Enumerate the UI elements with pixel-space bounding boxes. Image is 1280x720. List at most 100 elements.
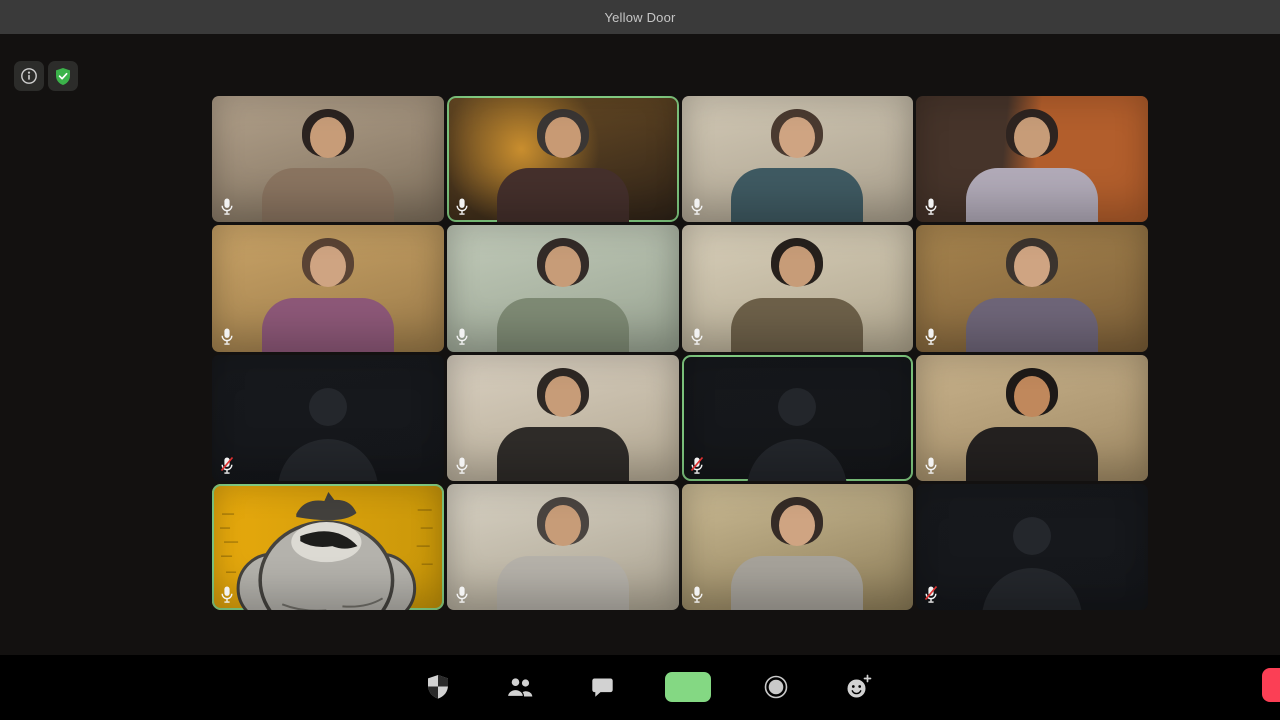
avatar-placeholder-head <box>1013 517 1051 555</box>
participant-tile[interactable] <box>916 355 1148 481</box>
mic-on-icon <box>455 585 469 605</box>
participant-tile[interactable] <box>212 225 444 351</box>
participant-body <box>731 168 863 222</box>
participant-body <box>497 168 629 222</box>
mic-on-icon <box>924 456 938 476</box>
participant-body <box>497 427 629 481</box>
mic-status <box>455 327 469 347</box>
participant-body <box>731 298 863 352</box>
meeting-info-button[interactable] <box>14 61 44 91</box>
participant-tile-camera-off[interactable] <box>212 355 444 481</box>
reactions-smiley-plus-icon <box>845 674 872 700</box>
participant-tile[interactable] <box>682 96 914 222</box>
participant-body <box>497 298 629 352</box>
mic-on-icon <box>220 327 234 347</box>
participant-body <box>262 168 394 222</box>
participant-tile[interactable] <box>447 225 679 351</box>
chat-bubble-icon <box>590 676 615 699</box>
participant-tile[interactable] <box>916 96 1148 222</box>
participants-icon <box>505 675 535 699</box>
mic-on-icon <box>690 327 704 347</box>
reactions-button[interactable] <box>838 664 878 710</box>
meeting-toolbar <box>0 655 1280 720</box>
mic-on-icon <box>455 197 469 217</box>
participant-head <box>545 376 581 417</box>
mic-status <box>455 585 469 605</box>
security-button[interactable] <box>418 664 458 710</box>
encryption-badge-button[interactable] <box>48 61 78 91</box>
mic-status <box>924 197 938 217</box>
participants-button[interactable] <box>500 664 540 710</box>
participant-body <box>966 168 1098 222</box>
info-icon <box>20 67 38 85</box>
participant-head <box>1014 246 1050 287</box>
participant-body <box>966 298 1098 352</box>
share-screen-icon <box>665 672 711 702</box>
participant-body <box>262 298 394 352</box>
participant-head <box>1014 376 1050 417</box>
mic-status <box>924 585 938 605</box>
mic-status <box>924 456 938 476</box>
mic-status <box>220 585 234 605</box>
participant-grid <box>212 96 1148 610</box>
mic-on-icon <box>220 585 234 605</box>
participant-head <box>779 246 815 287</box>
record-button[interactable] <box>756 664 796 710</box>
mic-on-icon <box>690 197 704 217</box>
participant-body <box>497 556 629 610</box>
chat-button[interactable] <box>582 664 622 710</box>
participant-head <box>310 246 346 287</box>
record-circle-icon <box>763 674 789 700</box>
avatar-placeholder-body <box>747 439 847 481</box>
mic-muted-icon <box>220 456 234 476</box>
mic-muted-icon <box>924 585 938 605</box>
participant-tile[interactable] <box>212 96 444 222</box>
participant-tile[interactable] <box>682 484 914 610</box>
shield-check-icon <box>54 67 72 86</box>
mic-status <box>690 585 704 605</box>
participant-tile[interactable] <box>447 96 679 222</box>
mic-on-icon <box>455 327 469 347</box>
participant-head <box>779 505 815 546</box>
participant-tile[interactable] <box>447 355 679 481</box>
mic-muted-icon <box>690 456 704 476</box>
mic-status <box>220 327 234 347</box>
mic-on-icon <box>220 197 234 217</box>
mic-status <box>690 197 704 217</box>
participant-head <box>310 117 346 158</box>
gorilla-drawing-wrap <box>212 484 444 610</box>
mic-status <box>690 456 704 476</box>
avatar-placeholder-body <box>278 439 378 481</box>
participant-head <box>545 117 581 158</box>
mic-status <box>455 456 469 476</box>
participant-head <box>545 246 581 287</box>
mic-status <box>924 327 938 347</box>
mic-status <box>455 197 469 217</box>
leave-meeting-button[interactable] <box>1262 668 1280 702</box>
avatar-placeholder-head <box>309 388 347 426</box>
participant-tile-virtual[interactable] <box>212 484 444 610</box>
mic-on-icon <box>924 327 938 347</box>
gorilla-drawing <box>212 484 444 610</box>
participant-body <box>966 427 1098 481</box>
mic-status <box>220 456 234 476</box>
participant-head <box>779 117 815 158</box>
participant-body <box>731 556 863 610</box>
avatar-placeholder-head <box>778 388 816 426</box>
window-titlebar: Yellow Door <box>0 0 1280 34</box>
participant-tile[interactable] <box>916 225 1148 351</box>
mic-status <box>690 327 704 347</box>
participant-head <box>1014 117 1050 158</box>
mic-status <box>220 197 234 217</box>
participant-tile[interactable] <box>682 225 914 351</box>
share-screen-button[interactable] <box>665 664 711 710</box>
zoom-meeting-window: Yellow Door <box>0 0 1280 720</box>
participant-tile[interactable] <box>447 484 679 610</box>
meeting-title: Yellow Door <box>604 10 675 25</box>
mic-on-icon <box>455 456 469 476</box>
participant-tile-camera-off[interactable] <box>682 355 914 481</box>
shield-icon <box>426 674 450 700</box>
participant-tile-camera-off[interactable] <box>916 484 1148 610</box>
mic-on-icon <box>924 197 938 217</box>
mic-on-icon <box>690 585 704 605</box>
